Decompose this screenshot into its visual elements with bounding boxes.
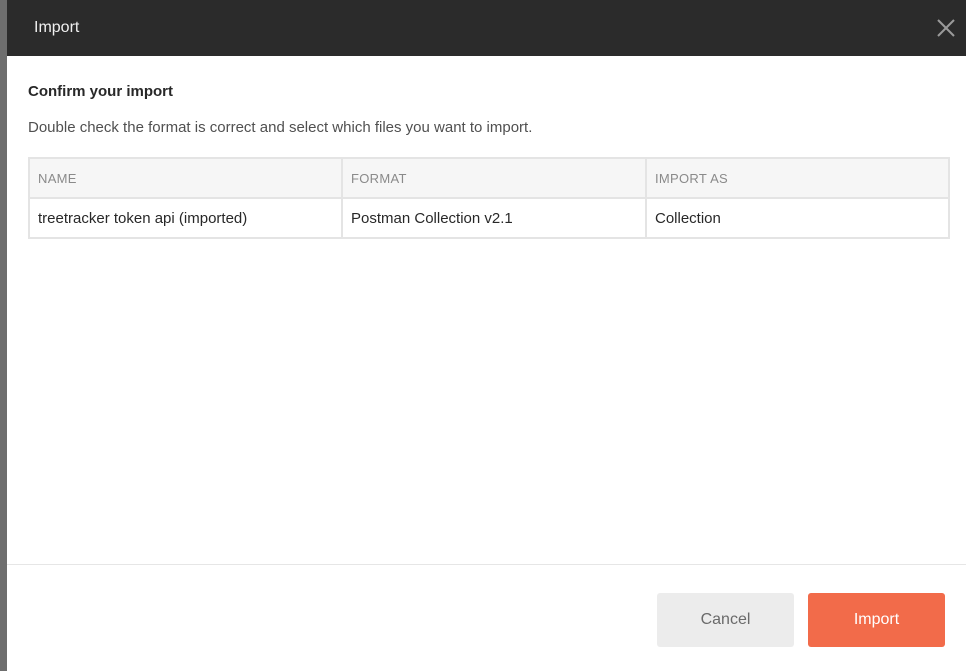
column-header-import-as: IMPORT AS	[645, 157, 950, 199]
table-row[interactable]: treetracker token api (imported) Postman…	[28, 197, 950, 239]
cell-format: Postman Collection v2.1	[341, 197, 647, 239]
cell-import-as[interactable]: Collection	[645, 197, 950, 239]
footer-divider	[7, 564, 966, 565]
close-button[interactable]	[932, 14, 960, 42]
cell-name: treetracker token api (imported)	[28, 197, 343, 239]
background-edge	[0, 0, 7, 671]
import-dialog: Import Confirm your import Double check …	[7, 0, 966, 671]
column-header-name: NAME	[28, 157, 343, 199]
dialog-body: Confirm your import Double check the for…	[7, 56, 966, 564]
dialog-title: Import	[34, 19, 80, 36]
cancel-button[interactable]: Cancel	[657, 593, 794, 647]
dialog-header: Import	[7, 0, 966, 56]
confirm-title: Confirm your import	[28, 83, 173, 100]
column-header-format: FORMAT	[341, 157, 647, 199]
table-header-row: NAME FORMAT IMPORT AS	[28, 157, 950, 199]
import-button[interactable]: Import	[808, 593, 945, 647]
confirm-description: Double check the format is correct and s…	[28, 119, 533, 136]
close-icon	[937, 19, 955, 37]
import-files-table: NAME FORMAT IMPORT AS treetracker token …	[28, 157, 950, 239]
